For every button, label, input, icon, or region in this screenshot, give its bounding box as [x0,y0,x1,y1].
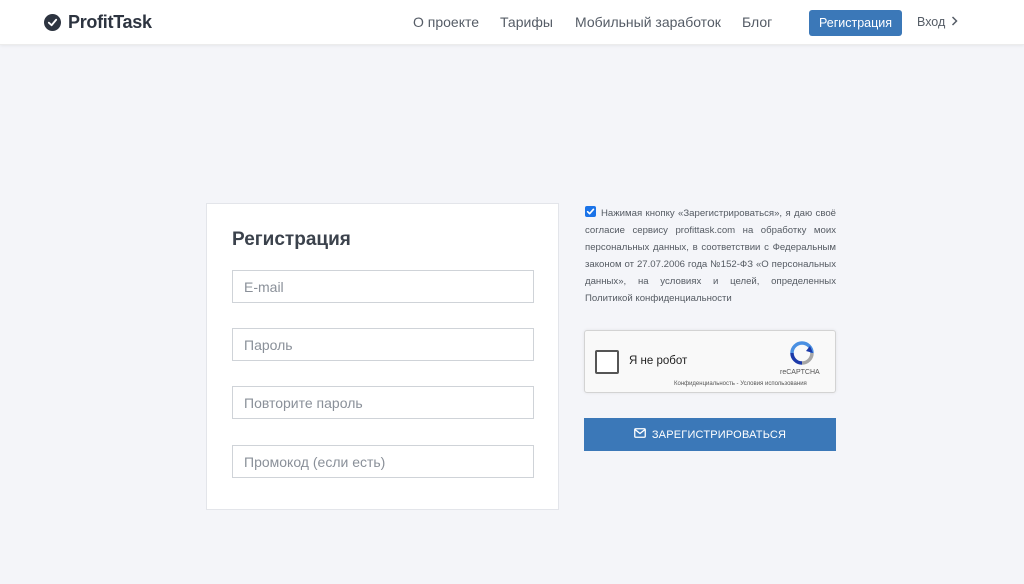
consent-block: Нажимая кнопку «Зарегистрироваться», я д… [585,205,836,307]
nav-link-blog[interactable]: Блог [742,14,772,30]
consent-checkbox[interactable] [585,206,596,217]
recaptcha-brand: reCAPTCHA [780,369,820,376]
submit-register-button[interactable]: ЗАРЕГИСТРИРОВАТЬСЯ [584,418,836,451]
submit-label: ЗАРЕГИСТРИРОВАТЬСЯ [651,428,787,441]
logo-text: ProfitTask [68,12,152,32]
envelope-icon [633,428,646,441]
top-navbar: ProfitTask О проекте Тарифы Мобильный за… [0,0,1024,45]
nav-link-pricing[interactable]: Тарифы [500,14,553,30]
promo-code-field[interactable] [232,445,534,478]
nav-link-about[interactable]: О проекте [413,14,479,30]
repeat-password-field[interactable] [232,386,534,419]
recaptcha-label: Я не робот [629,355,688,367]
password-field[interactable] [232,328,534,361]
recaptcha-links[interactable]: Конфиденциальность - Условия использован… [674,381,807,387]
recaptcha-checkbox[interactable] [595,350,619,374]
email-field[interactable] [232,270,534,303]
form-title: Регистрация [232,229,351,250]
registration-card: Регистрация [206,203,559,510]
recaptcha-logo-icon [789,340,815,371]
login-label: Вход [917,15,946,29]
consent-text: Нажимая кнопку «Зарегистрироваться», я д… [585,208,836,304]
register-button[interactable]: Регистрация [809,10,902,36]
chevron-right-icon [951,15,958,29]
login-link[interactable]: Вход [917,15,958,29]
nav-link-mobile-earnings[interactable]: Мобильный заработок [575,14,721,30]
logo[interactable]: ProfitTask [44,12,152,33]
check-icon [586,208,595,215]
checkmark-circle-icon [44,14,61,31]
recaptcha-widget: Я не робот reCAPTCHA Конфиденциальность … [584,330,836,393]
